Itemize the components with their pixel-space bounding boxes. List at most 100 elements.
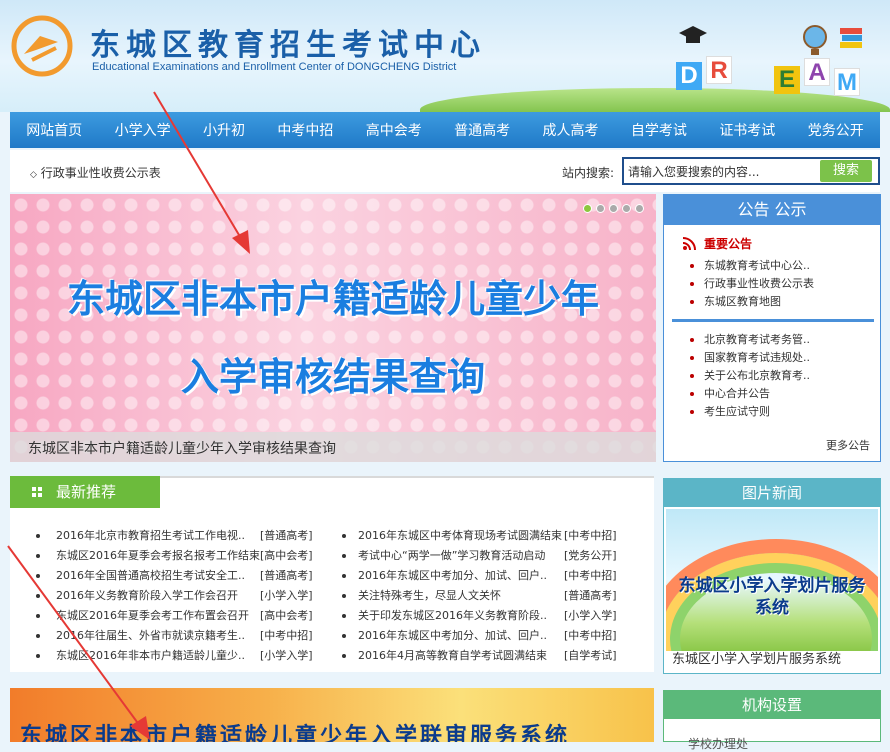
latest-item-title[interactable]: 考试中心“两学一做”学习教育活动启动 (358, 546, 545, 566)
bullet-icon (342, 534, 346, 538)
bullet-icon (36, 594, 40, 598)
bullet-icon (342, 654, 346, 658)
banner-line1: 东城区非本市户籍适龄儿童少年 (66, 277, 599, 321)
latest-item-category[interactable]: [普通高考] (260, 566, 313, 586)
bullet-icon (36, 534, 40, 538)
latest-item-category[interactable]: [小学入学] (564, 606, 617, 626)
org-panel-title: 机构设置 (664, 691, 880, 719)
notice-item[interactable]: 考生应试守则 (690, 403, 876, 421)
latest-row: 东城区2016年夏季会考报名报考工作结束 [高中会考] 考试中心“两学一做”学习教育… (36, 546, 636, 566)
notice-item[interactable]: 中心合并公告 (690, 385, 876, 403)
latest-row: 2016年往届生、外省市就读京籍考生.. [中考中招] 2016年东城区中考加分、加… (36, 626, 636, 646)
latest-item-title[interactable]: 2016年东城区中考加分、加试、回户.. (358, 566, 547, 586)
important-notice-title: 重要公告 (704, 237, 753, 251)
notice-item[interactable]: 关于公布北京教育考.. (690, 367, 876, 385)
latest-section: 最新推荐 2016年北京市教育招生考试工作电视.. [普通高考] 2016年东城区中… (10, 476, 654, 672)
latest-row: 2016年义务教育阶段入学工作会召开 [小学入学] 关注特殊考生，尽显人文关怀 [普通… (36, 586, 636, 606)
notice-divider (672, 319, 874, 322)
latest-item-title[interactable]: 2016年义务教育阶段入学工作会召开 (56, 586, 238, 606)
latest-item-category[interactable]: [高中会考] (260, 546, 313, 566)
latest-item-title[interactable]: 东城区2016年夏季会考工作布置会召开 (56, 606, 249, 626)
fee-notice-link[interactable]: ◇ 行政事业性收费公示表 (30, 164, 161, 181)
latest-list: 2016年北京市教育招生考试工作电视.. [普通高考] 2016年东城区中考体育现场… (36, 526, 636, 666)
bullet-icon (342, 594, 346, 598)
banner-dot[interactable] (622, 204, 631, 213)
bullet-icon (36, 614, 40, 618)
nav-zhongkao[interactable]: 中考中招 (271, 120, 339, 140)
banner-dot[interactable] (596, 204, 605, 213)
bullet-icon (36, 654, 40, 658)
bullet-icon (342, 554, 346, 558)
nav-party-affairs[interactable]: 党务公开 (802, 120, 870, 140)
dream-letter-e: E (774, 66, 800, 94)
banner-caption[interactable]: 东城区非本市户籍适龄儿童少年入学审核结果查询 (10, 432, 656, 462)
latest-item-category[interactable]: [小学入学] (260, 646, 313, 666)
latest-item-category[interactable]: [中考中招] (564, 626, 617, 646)
org-panel-item[interactable]: 学校办理处 (688, 735, 748, 752)
latest-item-category[interactable]: [小学入学] (260, 586, 313, 606)
latest-item-category[interactable]: [普通高考] (564, 586, 617, 606)
banner-dot[interactable] (635, 204, 644, 213)
notice-item[interactable]: 北京教育考试考务管.. (690, 331, 876, 349)
nav-gaokao[interactable]: 普通高考 (448, 120, 516, 140)
notice-item[interactable]: 国家教育考试违规处.. (690, 349, 876, 367)
joint-review-banner[interactable]: 东城区非本市户籍适龄儿童少年入学联审服务系统 (10, 688, 654, 742)
photo-news-panel: 图片新闻 东城区小学入学划片服务系统 东城区小学入学划片服务系统 (663, 478, 881, 674)
rss-icon (682, 237, 696, 251)
nav-certificate[interactable]: 证书考试 (713, 120, 781, 140)
search-button[interactable]: 搜索 (820, 160, 872, 182)
latest-row: 2016年全国普通高校招生考试安全工.. [普通高考] 2016年东城区中考加分、加… (36, 566, 636, 586)
latest-row: 2016年北京市教育招生考试工作电视.. [普通高考] 2016年东城区中考体育现场… (36, 526, 636, 546)
dream-letter-d: D (676, 62, 702, 90)
latest-item-title[interactable]: 东城区2016年非本市户籍适龄儿童少.. (56, 646, 245, 666)
latest-item-title[interactable]: 关于印发东城区2016年义务教育阶段.. (358, 606, 547, 626)
main-banner[interactable]: 东城区非本市户籍适龄儿童少年 入学审核结果查询 东城区非本市户籍适龄儿童少年入学… (10, 194, 656, 462)
grid-icon (32, 487, 43, 498)
notice-panel-title: 公告 公示 (664, 195, 880, 225)
latest-item-category[interactable]: [党务公开] (564, 546, 617, 566)
search-input[interactable] (628, 162, 808, 180)
latest-item-category[interactable]: [高中会考] (260, 606, 313, 626)
notice-item[interactable]: 行政事业性收费公示表 (690, 275, 876, 293)
latest-tab[interactable]: 最新推荐 (10, 476, 160, 508)
latest-item-category[interactable]: [中考中招] (564, 526, 617, 546)
latest-item-title[interactable]: 东城区2016年夏季会考报名报考工作结束 (56, 546, 260, 566)
latest-item-title[interactable]: 2016年东城区中考体育现场考试圆满结束 (358, 526, 562, 546)
latest-title: 最新推荐 (56, 483, 117, 501)
nav-primary-entry[interactable]: 小学入学 (109, 120, 177, 140)
nav-home[interactable]: 网站首页 (20, 120, 88, 140)
latest-item-title[interactable]: 2016年4月高等教育自学考试圆满结束 (358, 646, 547, 666)
notice-item[interactable]: 东城区教育地图 (690, 293, 876, 311)
latest-item-category[interactable]: [中考中招] (260, 626, 313, 646)
nav-self-study[interactable]: 自学考试 (625, 120, 693, 140)
photo-news-image[interactable]: 东城区小学入学划片服务系统 (666, 509, 878, 651)
photo-news-caption[interactable]: 东城区小学入学划片服务系统 (672, 648, 841, 667)
more-notices-link[interactable]: 更多公告 (826, 437, 870, 453)
latest-item-title[interactable]: 2016年北京市教育招生考试工作电视.. (56, 526, 245, 546)
latest-row: 东城区2016年非本市户籍适龄儿童少.. [小学入学] 2016年4月高等教育自学考… (36, 646, 636, 666)
latest-item-title[interactable]: 2016年往届生、外省市就读京籍考生.. (56, 626, 245, 646)
latest-item-title[interactable]: 关注特殊考生，尽显人文关怀 (358, 586, 501, 606)
banner-dot[interactable] (583, 204, 592, 213)
center-logo-icon[interactable] (10, 14, 74, 78)
dream-decoration: D R E A M (670, 22, 885, 104)
site-title: 东城区教育招生考试中心 (90, 28, 486, 63)
latest-item-category[interactable]: [中考中招] (564, 566, 617, 586)
nav-primary-to-middle[interactable]: 小升初 (197, 120, 251, 140)
graduation-cap-icon (679, 26, 707, 43)
dream-letter-a: A (804, 58, 830, 86)
bullet-icon (36, 554, 40, 558)
latest-item-title[interactable]: 2016年东城区中考加分、加试、回户.. (358, 626, 547, 646)
bullet-icon (36, 574, 40, 578)
dream-letter-m: M (834, 68, 860, 96)
fee-notice-text: 行政事业性收费公示表 (40, 166, 161, 180)
nav-huikao[interactable]: 高中会考 (360, 120, 428, 140)
latest-item-category[interactable]: [自学考试] (564, 646, 617, 666)
latest-item-title[interactable]: 2016年全国普通高校招生考试安全工.. (56, 566, 245, 586)
nav-adult-exam[interactable]: 成人高考 (537, 120, 605, 140)
banner-dot[interactable] (609, 204, 618, 213)
notice-item[interactable]: 东城教育考试中心公.. (690, 257, 876, 275)
latest-item-category[interactable]: [普通高考] (260, 526, 313, 546)
photo-news-title: 图片新闻 (664, 479, 880, 507)
site-header: 东城区教育招生考试中心 Educational Examinations and… (0, 0, 890, 112)
